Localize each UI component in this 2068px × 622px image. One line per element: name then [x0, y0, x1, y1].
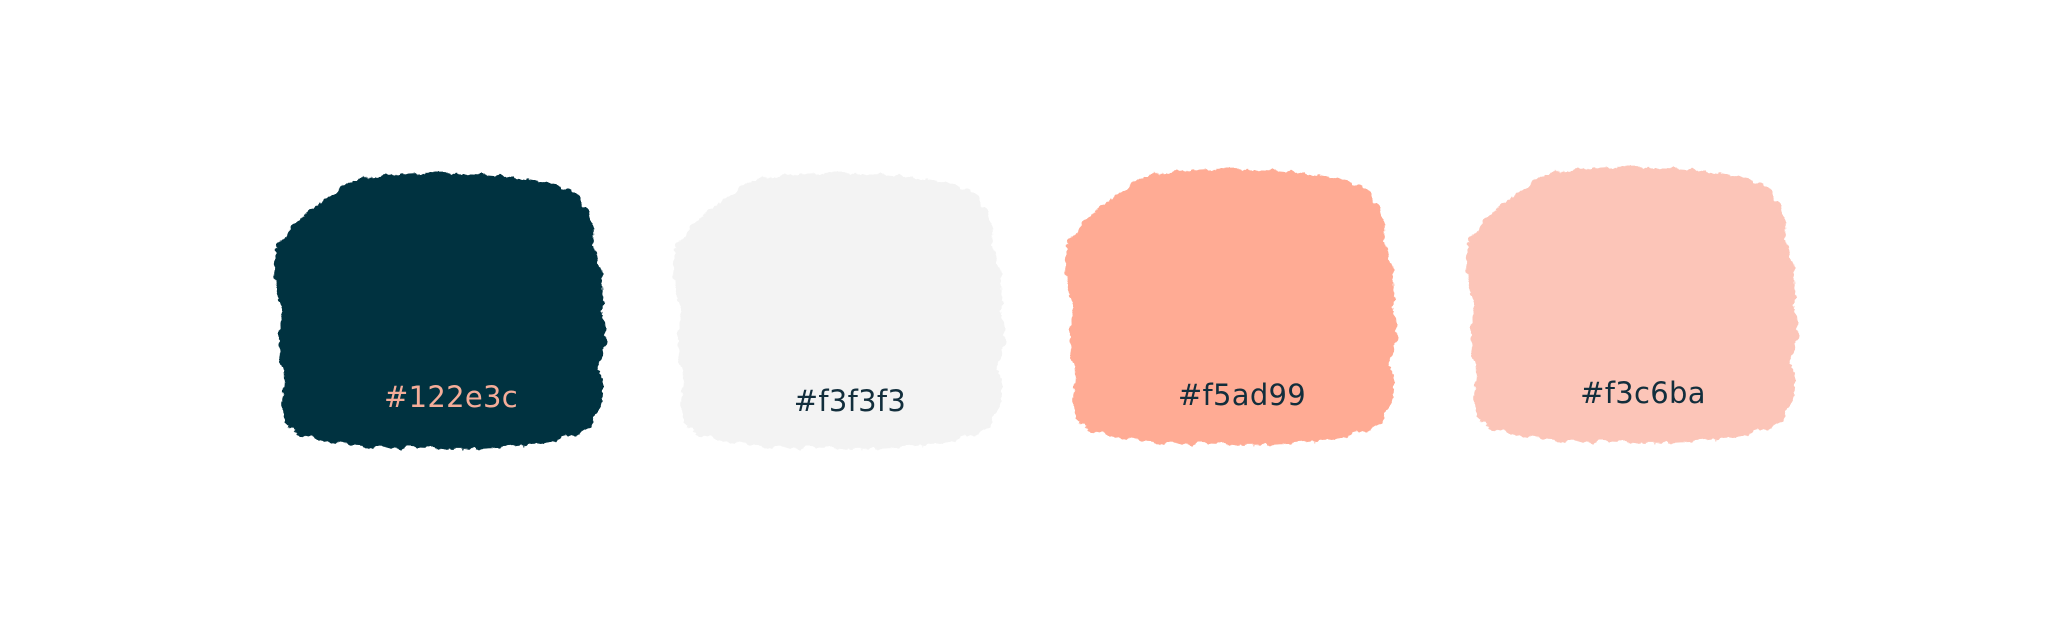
- paint-blob-1: [274, 173, 606, 450]
- color-palette: #122e3c #f3f3f3 #f5ad99 #f3c6ba: [0, 0, 2068, 622]
- swatch-3: #f5ad99: [1062, 162, 1422, 462]
- paint-blob-4: [1466, 167, 1798, 444]
- paint-blob-2: [673, 173, 1005, 450]
- swatch-3-label: #f5ad99: [1177, 378, 1307, 412]
- swatch-1-label: #122e3c: [384, 380, 518, 414]
- paint-blob-3: [1065, 169, 1397, 446]
- swatch-2-label: #f3f3f3: [793, 384, 907, 418]
- swatch-4: #f3c6ba: [1463, 160, 1823, 460]
- swatch-1: #122e3c: [271, 166, 631, 466]
- swatch-4-label: #f3c6ba: [1580, 376, 1706, 410]
- swatch-2: #f3f3f3: [670, 166, 1030, 466]
